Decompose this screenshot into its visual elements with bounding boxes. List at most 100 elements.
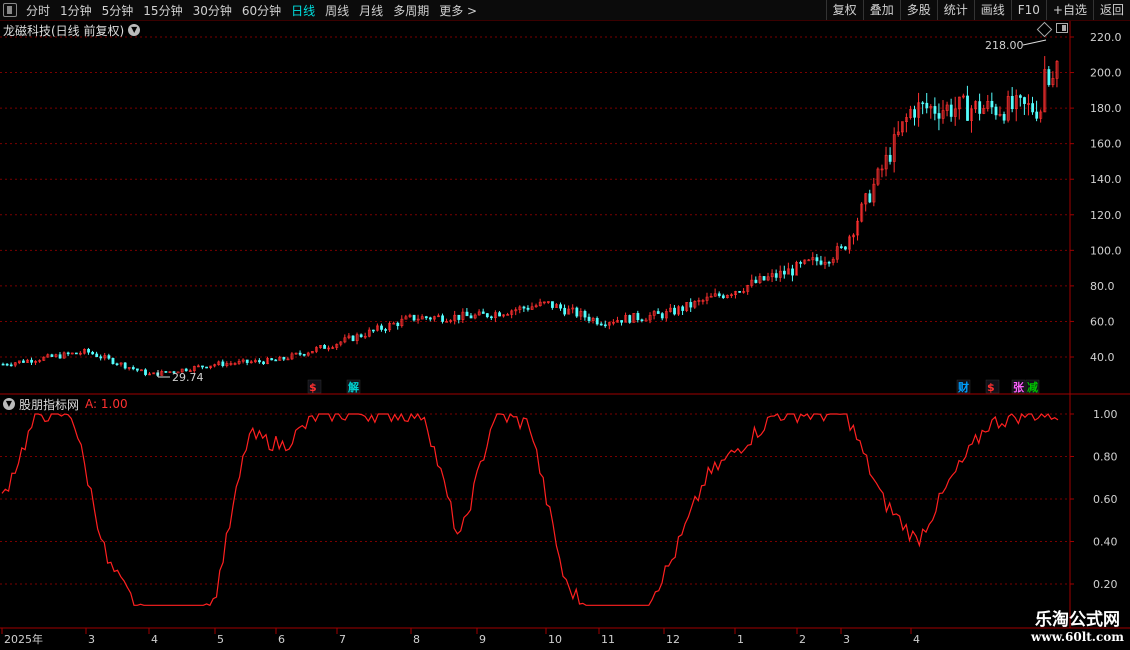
candle-body (490, 316, 493, 319)
candle-body (87, 348, 90, 353)
month-label: 4 (151, 633, 158, 646)
indicator-tick-label: 0.60 (1093, 493, 1118, 506)
overlay-button[interactable]: 叠加 (862, 0, 900, 20)
month-label: 7 (339, 633, 346, 646)
candle-body (144, 369, 147, 375)
chevron-down-icon[interactable]: ▼ (3, 398, 15, 410)
candle-body (351, 335, 355, 342)
chevron-down-icon[interactable]: ▼ (128, 24, 141, 36)
event-markers[interactable]: $ 解 财 $ 张减 (307, 379, 1040, 394)
candle-body (274, 359, 278, 362)
candle-body (628, 315, 632, 323)
candle-body (774, 273, 778, 278)
candle-body (22, 360, 25, 363)
candle-body (949, 104, 953, 117)
candle-body (1023, 97, 1026, 104)
candle-body (990, 100, 994, 108)
candle-body (481, 311, 485, 314)
candle-body (868, 193, 872, 203)
month-label: 9 (479, 633, 486, 646)
month-label: 11 (601, 633, 615, 646)
candle-body (131, 367, 135, 370)
candle-body (660, 313, 664, 319)
indicator-axis: 1.00 0.80 0.60 0.40 0.20 (1070, 408, 1118, 591)
month-label: 6 (278, 633, 285, 646)
candle-body (587, 316, 591, 321)
candle-body (599, 323, 603, 326)
price-tick-label: 100.0 (1090, 244, 1122, 257)
candle-body (123, 362, 127, 369)
candle-body (205, 366, 208, 369)
candle-body (58, 354, 62, 359)
price-tick-label: 180.0 (1090, 102, 1122, 115)
candle-body (689, 302, 693, 308)
price-tick-label: 120.0 (1090, 209, 1122, 222)
candle-body (111, 358, 115, 365)
candle-body (595, 318, 599, 325)
month-label: 2025年 (4, 632, 43, 646)
candle-body (371, 329, 375, 332)
candle-body (359, 334, 363, 337)
add-watchlist-button[interactable]: +自选 (1045, 0, 1093, 20)
candle-body (135, 368, 139, 371)
event-marker-label: $ (309, 381, 317, 394)
period-toolbar: 分时 1分钟 5分钟 15分钟 30分钟 60分钟 日线 周线 月线 多周期 更… (0, 0, 1130, 21)
candle-body (799, 262, 803, 264)
chart-canvas[interactable]: 220.0200.0180.0160.0140.0120.0100.080.06… (0, 0, 1130, 650)
candle-body (428, 317, 432, 320)
f10-button[interactable]: F10 (1010, 0, 1046, 20)
indicator-tick-label: 0.20 (1093, 578, 1118, 591)
candle-body (966, 95, 969, 121)
event-marker-label: 张 (1013, 380, 1025, 394)
candle-body (140, 369, 143, 372)
tab-30min[interactable]: 30分钟 (188, 2, 237, 19)
candle-body (498, 312, 501, 317)
candle-body (583, 311, 587, 318)
candlestick-series[interactable] (1, 56, 1059, 377)
candle-body (164, 371, 168, 373)
candle-body (465, 311, 469, 317)
candle-body (754, 279, 758, 283)
back-button[interactable]: 返回 (1092, 0, 1130, 20)
tab-intraday[interactable]: 分时 (21, 2, 55, 19)
candle-body (424, 316, 428, 319)
event-marker-label: 减 (1027, 380, 1038, 394)
adjust-button[interactable]: 复权 (825, 0, 863, 20)
candle-body (738, 291, 742, 293)
month-label: 10 (548, 633, 562, 646)
window-toggle-icon[interactable] (3, 3, 17, 17)
panel-toggle-icon[interactable] (1056, 23, 1068, 33)
tab-5min[interactable]: 5分钟 (97, 2, 139, 19)
draw-line-button[interactable]: 画线 (973, 0, 1011, 20)
indicator-tick-label: 0.80 (1093, 451, 1118, 464)
tab-daily[interactable]: 日线 (286, 2, 320, 19)
tab-more[interactable]: 更多 > (434, 2, 482, 19)
candle-body (551, 301, 554, 308)
candle-body (441, 315, 444, 322)
tab-15min[interactable]: 15分钟 (138, 2, 187, 19)
candle-body (1031, 103, 1035, 113)
candle-body (575, 307, 579, 317)
candle-body (1002, 114, 1006, 121)
tab-1min[interactable]: 1分钟 (55, 2, 97, 19)
tab-monthly[interactable]: 月线 (354, 2, 388, 19)
statistics-button[interactable]: 统计 (936, 0, 974, 20)
multi-stock-button[interactable]: 多股 (899, 0, 937, 20)
candle-body (978, 101, 982, 114)
candle-body (1, 363, 5, 366)
indicator-value: A: 1.00 (85, 397, 128, 411)
candle-body (323, 345, 326, 349)
candle-body (99, 356, 103, 359)
tab-weekly[interactable]: 周线 (320, 2, 354, 19)
main-chart-title: 龙磁科技(日线 前复权) (3, 23, 125, 38)
price-tick-label: 200.0 (1090, 67, 1122, 80)
tab-multi-period[interactable]: 多周期 (388, 2, 434, 19)
indicator-line-series[interactable] (1, 412, 1059, 607)
candle-body (563, 307, 567, 315)
tab-60min[interactable]: 60分钟 (237, 2, 286, 19)
candle-body (644, 319, 648, 322)
indicator-tick-label: 1.00 (1093, 408, 1118, 421)
candle-body (526, 307, 530, 310)
low-price-label: 29.74 (172, 371, 204, 384)
candle-body (925, 102, 929, 109)
